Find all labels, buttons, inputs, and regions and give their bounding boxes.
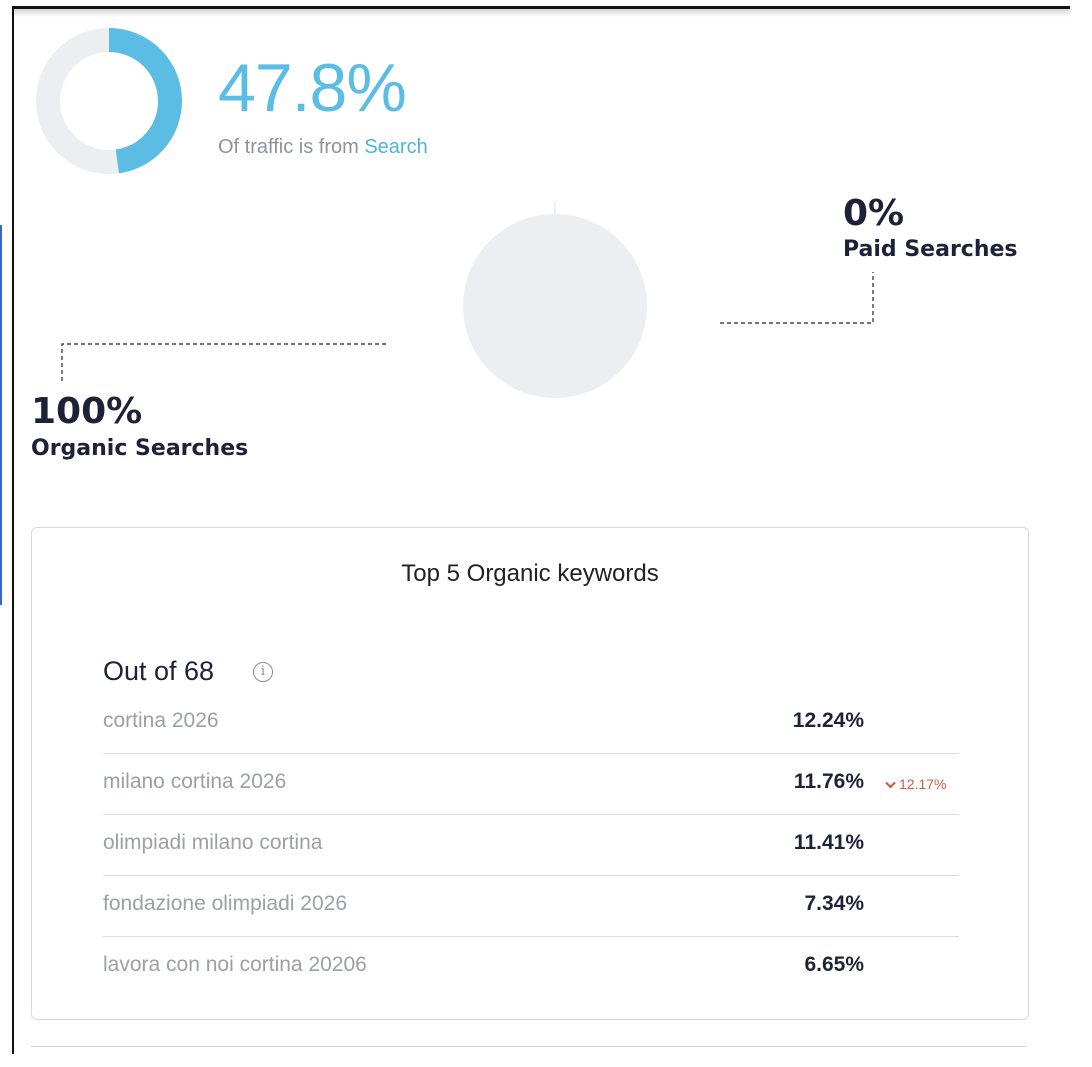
next-card-edge [31, 1046, 1027, 1067]
keyword-row: milano cortina 2026 11.76% 12.17% [103, 754, 959, 815]
paid-organic-pie [462, 200, 650, 400]
keyword-name: milano cortina 2026 [103, 770, 287, 793]
organic-percent: 100% [31, 391, 143, 432]
keyword-name: olimpiadi milano cortina [103, 831, 323, 854]
caption-search-highlight: Search [364, 136, 428, 158]
keywords-total: Out of 68 [103, 656, 215, 686]
keyword-name: cortina 2026 [103, 709, 219, 732]
keyword-delta-value: 12.17% [899, 776, 947, 792]
paid-leader-line [720, 272, 874, 324]
keyword-row: olimpiadi milano cortina 11.41% [103, 815, 959, 876]
left-accent-bar [0, 225, 2, 605]
organic-leader-line [61, 343, 386, 382]
keyword-name: fondazione olimpiadi 2026 [103, 892, 348, 915]
keyword-share: 12.24% [792, 709, 864, 732]
chevron-down-icon [885, 782, 896, 789]
caption-prefix: Of traffic is from [218, 136, 359, 158]
keyword-name: lavora con noi cortina 20206 [103, 953, 367, 976]
keyword-row: cortina 2026 12.24% [103, 693, 959, 754]
keyword-delta: 12.17% [885, 776, 946, 792]
search-traffic-donut [36, 28, 182, 174]
search-traffic-percent: 47.8% [218, 50, 407, 126]
info-icon[interactable]: i [253, 662, 273, 682]
paid-label: Paid Searches [843, 237, 1018, 262]
keyword-share: 11.41% [793, 831, 864, 854]
keyword-share: 11.76% [793, 770, 864, 793]
search-traffic-caption: Of traffic is from Search [218, 136, 428, 159]
keyword-share: 6.65% [804, 953, 864, 976]
paid-percent: 0% [843, 193, 905, 234]
top-keywords-card: Top 5 Organic keywords Out of 68 i corti… [31, 527, 1029, 1020]
keyword-row: fondazione olimpiadi 2026 7.34% [103, 876, 959, 937]
card-title: Top 5 Organic keywords [401, 560, 659, 587]
pie-organic-slice [463, 214, 647, 398]
window-top-shadow [12, 9, 1070, 17]
window-left-border [12, 6, 14, 1054]
keyword-row: lavora con noi cortina 20206 6.65% [103, 937, 959, 997]
organic-label: Organic Searches [31, 436, 249, 461]
keyword-share: 7.34% [804, 892, 864, 915]
